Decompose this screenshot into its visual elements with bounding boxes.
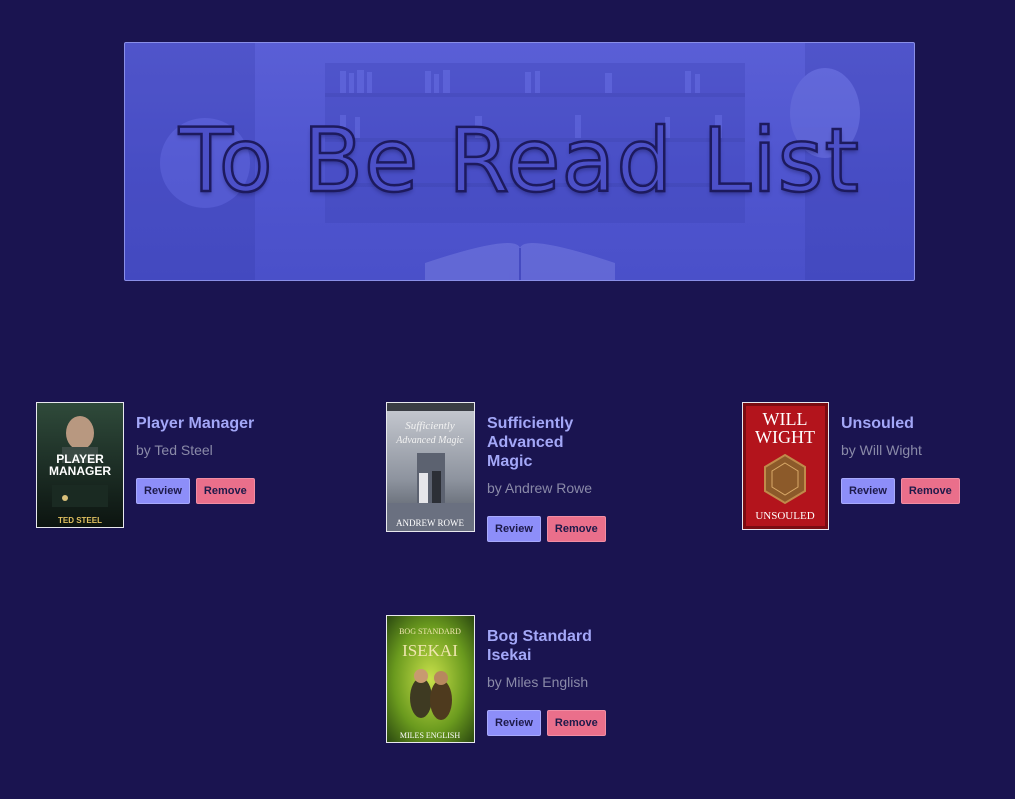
review-button[interactable]: Review — [136, 478, 190, 504]
svg-text:WIGHT: WIGHT — [755, 427, 815, 447]
book-cover-image[interactable]: BOG STANDARD ISEKAI MILES ENGLISH — [386, 615, 475, 743]
page: To Be Read List PLAYER MANAGER TED STEEL… — [0, 0, 1015, 799]
review-button[interactable]: Review — [487, 516, 541, 542]
book-info: Sufficiently Advanced Magic by Andrew Ro… — [487, 414, 607, 542]
svg-text:ISEKAI: ISEKAI — [402, 641, 458, 660]
remove-button[interactable]: Remove — [546, 710, 606, 736]
book-actions: Review Remove — [487, 710, 607, 736]
book-info: Unsouled by Will Wight Review Remove — [841, 414, 1001, 504]
svg-text:ANDREW ROWE: ANDREW ROWE — [396, 518, 465, 528]
remove-button[interactable]: Remove — [900, 478, 960, 504]
book-cover-image[interactable]: PLAYER MANAGER TED STEEL — [36, 402, 124, 528]
book-title-link[interactable]: Player Manager — [136, 414, 316, 433]
book-title-link[interactable]: Sufficiently Advanced Magic — [487, 414, 607, 471]
review-button[interactable]: Review — [841, 478, 895, 504]
svg-text:BOG STANDARD: BOG STANDARD — [399, 627, 461, 636]
book-cover-image[interactable]: WILL WIGHT UNSOULED — [742, 402, 829, 530]
book-author: by Ted Steel — [136, 442, 213, 458]
header-banner: To Be Read List — [124, 42, 915, 281]
svg-text:UNSOULED: UNSOULED — [755, 510, 814, 522]
book-info: Bog Standard Isekai by Miles English Rev… — [487, 627, 607, 736]
remove-button[interactable]: Remove — [546, 516, 606, 542]
book-author: by Miles English — [487, 674, 589, 690]
book-title-link[interactable]: Bog Standard Isekai — [487, 627, 607, 665]
book-author: by Andrew Rowe — [487, 480, 593, 496]
book-author: by Will Wight — [841, 442, 922, 458]
book-actions: Review Remove — [841, 478, 1001, 504]
svg-text:Sufficiently: Sufficiently — [405, 420, 455, 432]
remove-button[interactable]: Remove — [195, 478, 255, 504]
review-button[interactable]: Review — [487, 710, 541, 736]
svg-text:WILL: WILL — [763, 409, 808, 429]
svg-text:Advanced Magic: Advanced Magic — [395, 435, 464, 446]
svg-text:TED STEEL: TED STEEL — [58, 516, 102, 525]
svg-text:MANAGER: MANAGER — [49, 464, 111, 478]
page-title: To Be Read List — [178, 108, 861, 214]
book-title-link[interactable]: Unsouled — [841, 414, 1001, 433]
book-cover-image[interactable]: Sufficiently Advanced Magic ANDREW ROWE — [386, 402, 475, 532]
book-actions: Review Remove — [136, 478, 316, 504]
book-actions: Review Remove — [487, 516, 607, 542]
svg-text:MILES ENGLISH: MILES ENGLISH — [400, 731, 460, 740]
book-info: Player Manager by Ted Steel Review Remov… — [136, 414, 316, 504]
